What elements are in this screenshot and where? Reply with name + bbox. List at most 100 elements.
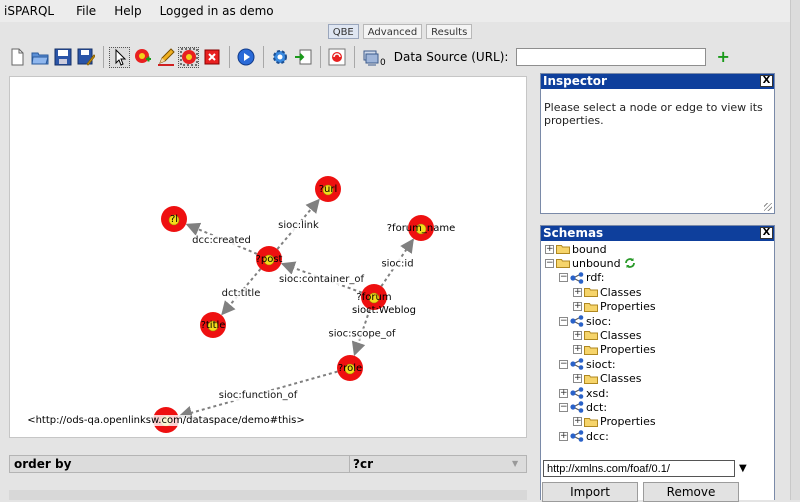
edge-label[interactable]: dcc:created	[192, 235, 251, 246]
schema-tree-item[interactable]: + bound	[545, 242, 607, 256]
tab-qbe[interactable]: QBE	[327, 24, 359, 39]
schema-buttons: Import Remove	[542, 482, 739, 502]
schema-tree-item[interactable]: + Properties	[573, 415, 656, 429]
schema-url-dropdown-icon[interactable]: ▼	[739, 463, 747, 474]
refresh-icon[interactable]	[624, 257, 636, 269]
refresh-icon[interactable]	[326, 47, 347, 68]
schema-tree-item[interactable]: + Properties	[573, 300, 656, 314]
schema-tree-label: Properties	[600, 343, 656, 357]
schema-tree-item[interactable]: + Classes	[573, 285, 641, 299]
node-label[interactable]: ?url	[319, 184, 338, 195]
add-node-icon[interactable]	[132, 47, 153, 68]
schema-network-icon	[570, 271, 584, 284]
remove-button[interactable]: Remove	[643, 482, 739, 502]
view-tabs: QBE Advanced Results	[0, 24, 800, 42]
expand-icon[interactable]: +	[559, 431, 568, 441]
schema-url-input[interactable]	[543, 460, 735, 477]
datasource-label: Data Source (URL):	[393, 50, 509, 64]
schema-tree-item[interactable]: − sioct:	[559, 357, 616, 371]
collapse-icon[interactable]: −	[559, 316, 568, 326]
open-folder-icon[interactable]	[29, 47, 50, 68]
schema-tree-item[interactable]: − dct:	[559, 400, 607, 414]
schema-tree: + bound − unbound − rdf: + Classes + Properties − s…	[541, 241, 774, 466]
node-label[interactable]: ?l	[170, 214, 178, 225]
group-nodes-icon[interactable]	[178, 46, 199, 68]
schema-tree-label: unbound	[572, 256, 621, 270]
add-edge-pencil-icon[interactable]	[155, 47, 176, 68]
inspector-panel: Inspector X Please select a node or edge…	[540, 73, 775, 214]
node-label[interactable]: ?role	[338, 363, 362, 374]
query-canvas[interactable]: dcc:created sioc:link dct:title sioc:contai…	[9, 76, 527, 438]
schema-tree-label: Properties	[600, 300, 656, 314]
import-button[interactable]: Import	[542, 482, 638, 502]
toolbar-separator	[229, 46, 230, 68]
settings-gear-icon[interactable]	[269, 47, 290, 68]
edge-label[interactable]: sioc:scope_of	[329, 329, 396, 340]
schema-tree-item[interactable]: + Classes	[573, 372, 641, 386]
edge-label[interactable]: sioc:id	[381, 259, 413, 270]
datasource-stack-icon[interactable]	[360, 47, 381, 68]
schema-tree-label: Classes	[600, 372, 642, 386]
schema-tree-item[interactable]: − sioc:	[559, 314, 611, 328]
datasource-url-input[interactable]	[516, 48, 707, 66]
node-label[interactable]: <http://ods-qa.openlinksw.com/dataspace/…	[27, 415, 305, 426]
schema-url-row: ▼	[543, 460, 747, 477]
edge-label[interactable]: dct:title	[222, 288, 261, 299]
delete-icon[interactable]	[201, 47, 222, 68]
window-scrollbar[interactable]	[790, 0, 800, 500]
schema-tree-item[interactable]: + xsd:	[559, 386, 609, 400]
node-label[interactable]: ?post	[256, 254, 283, 265]
import-arrow-icon[interactable]	[292, 47, 313, 68]
collapse-icon[interactable]: −	[559, 359, 568, 369]
run-query-icon[interactable]	[235, 47, 256, 68]
app-title: iSPARQL	[4, 4, 55, 18]
expand-icon[interactable]: +	[573, 287, 582, 297]
toolbar-separator	[103, 46, 104, 68]
tab-results[interactable]: Results	[426, 24, 473, 39]
folder-icon	[584, 345, 598, 355]
schema-tree-item[interactable]: − unbound	[545, 256, 636, 270]
save-as-icon[interactable]	[75, 47, 96, 68]
schema-tree-label: Classes	[600, 328, 642, 342]
schema-network-icon	[570, 430, 584, 442]
schema-tree-item[interactable]: + Classes	[573, 328, 641, 342]
new-icon[interactable]	[6, 47, 27, 68]
tab-advanced[interactable]: Advanced	[362, 24, 423, 39]
expand-icon[interactable]: +	[573, 417, 582, 427]
toolbar-separator	[263, 46, 264, 68]
node-label[interactable]: ?title	[201, 320, 226, 331]
menu-file[interactable]: File	[76, 4, 96, 18]
edge-label[interactable]: sioc:container_of	[279, 274, 364, 285]
select-pointer-icon[interactable]	[109, 46, 130, 68]
node-label[interactable]: ?forum_name	[387, 223, 456, 234]
add-datasource-icon[interactable]: +	[716, 49, 729, 65]
node-label[interactable]: ?forum	[356, 292, 391, 303]
order-by-header: order by	[10, 456, 350, 472]
schemas-header: Schemas X	[541, 226, 774, 241]
order-by-dropdown-icon[interactable]: ▼	[512, 456, 526, 472]
schema-tree-item[interactable]: + Properties	[573, 343, 656, 357]
schema-tree-item[interactable]: − rdf:	[559, 271, 605, 285]
order-by-column[interactable]: ?cr	[350, 456, 512, 472]
expand-icon[interactable]: +	[573, 374, 582, 384]
edge-label[interactable]: sioc:link	[278, 220, 319, 231]
expand-icon[interactable]: +	[545, 244, 554, 254]
login-status: Logged in as demo	[159, 4, 274, 18]
expand-icon[interactable]: +	[573, 345, 582, 355]
query-graph[interactable]: dcc:created sioc:link dct:title sioc:contai…	[10, 77, 527, 438]
collapse-icon[interactable]: −	[545, 258, 554, 268]
schema-tree-item[interactable]: + dcc:	[559, 429, 609, 443]
expand-icon[interactable]: +	[573, 302, 582, 312]
edge-label[interactable]: sioc:function_of	[219, 390, 298, 401]
inspector-close-icon[interactable]: X	[760, 75, 773, 87]
resize-grip-icon[interactable]	[764, 203, 772, 211]
menu-help[interactable]: Help	[114, 4, 141, 18]
expand-icon[interactable]: +	[573, 330, 582, 340]
toolbar-separator	[320, 46, 321, 68]
schemas-close-icon[interactable]: X	[760, 227, 773, 239]
save-icon[interactable]	[52, 47, 73, 68]
collapse-icon[interactable]: −	[559, 402, 568, 412]
collapse-icon[interactable]: −	[559, 273, 568, 283]
expand-icon[interactable]: +	[559, 388, 568, 398]
folder-icon	[584, 331, 598, 341]
